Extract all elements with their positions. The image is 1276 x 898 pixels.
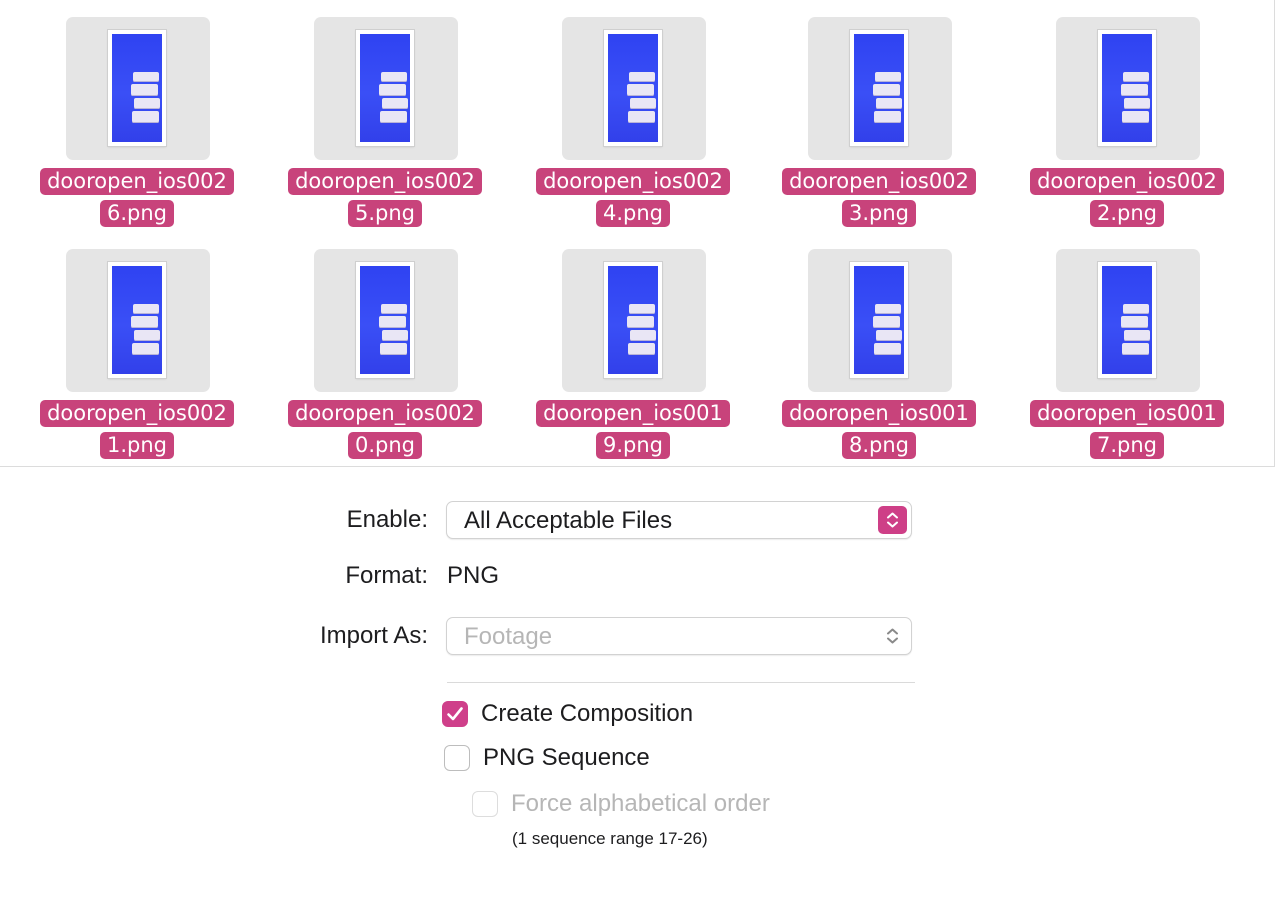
- create-composition-label[interactable]: Create Composition: [481, 700, 693, 728]
- png-sequence-label[interactable]: PNG Sequence: [483, 744, 650, 772]
- file-item[interactable]: dooropen_ios002 2.png: [990, 0, 1238, 232]
- png-preview-icon: [850, 262, 908, 378]
- file-item[interactable]: dooropen_ios002 5.png: [248, 0, 496, 232]
- file-name-label[interactable]: dooropen_ios002 0.png: [248, 397, 522, 461]
- file-name-label[interactable]: dooropen_ios001 8.png: [742, 397, 1016, 461]
- checkmark-icon: [447, 707, 463, 721]
- file-item[interactable]: dooropen_ios002 6.png: [0, 0, 248, 232]
- file-thumbnail[interactable]: [66, 17, 210, 160]
- format-label: Format:: [345, 562, 428, 589]
- file-name-label[interactable]: dooropen_ios001 7.png: [990, 397, 1264, 461]
- file-name-label[interactable]: dooropen_ios002 1.png: [0, 397, 274, 461]
- file-thumbnail[interactable]: [562, 249, 706, 392]
- enable-popup[interactable]: All Acceptable Files: [446, 501, 912, 539]
- file-thumbnail[interactable]: [314, 249, 458, 392]
- import-as-popup[interactable]: Footage: [446, 617, 912, 655]
- options-divider: [447, 682, 915, 683]
- file-thumbnail[interactable]: [66, 249, 210, 392]
- png-preview-icon: [1098, 30, 1156, 146]
- file-item[interactable]: dooropen_ios002 4.png: [496, 0, 744, 232]
- file-name-label[interactable]: dooropen_ios001 9.png: [496, 397, 770, 461]
- png-preview-icon: [1098, 262, 1156, 378]
- enable-label: Enable:: [346, 506, 428, 533]
- file-name-label[interactable]: dooropen_ios002 6.png: [0, 165, 274, 229]
- file-name-label[interactable]: dooropen_ios002 2.png: [990, 165, 1264, 229]
- import-as-popup-value: Footage: [464, 623, 553, 650]
- png-preview-icon: [604, 30, 662, 146]
- chevron-up-down-icon: [878, 622, 907, 650]
- png-preview-icon: [108, 262, 166, 378]
- chevron-up-down-icon: [878, 506, 907, 534]
- file-thumbnail[interactable]: [1056, 17, 1200, 160]
- sequence-range-note: (1 sequence range 17-26): [512, 829, 708, 848]
- file-name-label[interactable]: dooropen_ios002 4.png: [496, 165, 770, 229]
- file-item[interactable]: dooropen_ios002 1.png: [0, 232, 248, 464]
- file-item[interactable]: dooropen_ios002 3.png: [742, 0, 990, 232]
- file-thumbnail[interactable]: [562, 17, 706, 160]
- file-name-label[interactable]: dooropen_ios002 5.png: [248, 165, 522, 229]
- import-as-label: Import As:: [319, 622, 428, 649]
- file-item[interactable]: dooropen_ios001 7.png: [990, 232, 1238, 464]
- import-options-panel: Enable: All Acceptable Files Format: PNG…: [0, 467, 1276, 898]
- file-thumbnail[interactable]: [808, 249, 952, 392]
- force-alphabetical-label: Force alphabetical order: [511, 790, 770, 817]
- file-item[interactable]: dooropen_ios001 8.png: [742, 232, 990, 464]
- file-item[interactable]: dooropen_ios002 0.png: [248, 232, 496, 464]
- file-name-label[interactable]: dooropen_ios002 3.png: [742, 165, 1016, 229]
- png-preview-icon: [108, 30, 166, 146]
- create-composition-checkbox[interactable]: [442, 701, 468, 727]
- format-value: PNG: [447, 562, 500, 589]
- png-preview-icon: [604, 262, 662, 378]
- force-alphabetical-checkbox[interactable]: [472, 791, 498, 817]
- enable-popup-value: All Acceptable Files: [464, 507, 673, 534]
- file-thumbnail[interactable]: [808, 17, 952, 160]
- file-thumbnail[interactable]: [1056, 249, 1200, 392]
- file-thumbnail[interactable]: [314, 17, 458, 160]
- png-preview-icon: [850, 30, 908, 146]
- file-item[interactable]: dooropen_ios001 9.png: [496, 232, 744, 464]
- file-browser-grid: dooropen_ios002 6.png dooropen_ios002 5.pn…: [0, 0, 1275, 467]
- png-preview-icon: [356, 262, 414, 378]
- png-preview-icon: [356, 30, 414, 146]
- png-sequence-checkbox[interactable]: [444, 745, 470, 771]
